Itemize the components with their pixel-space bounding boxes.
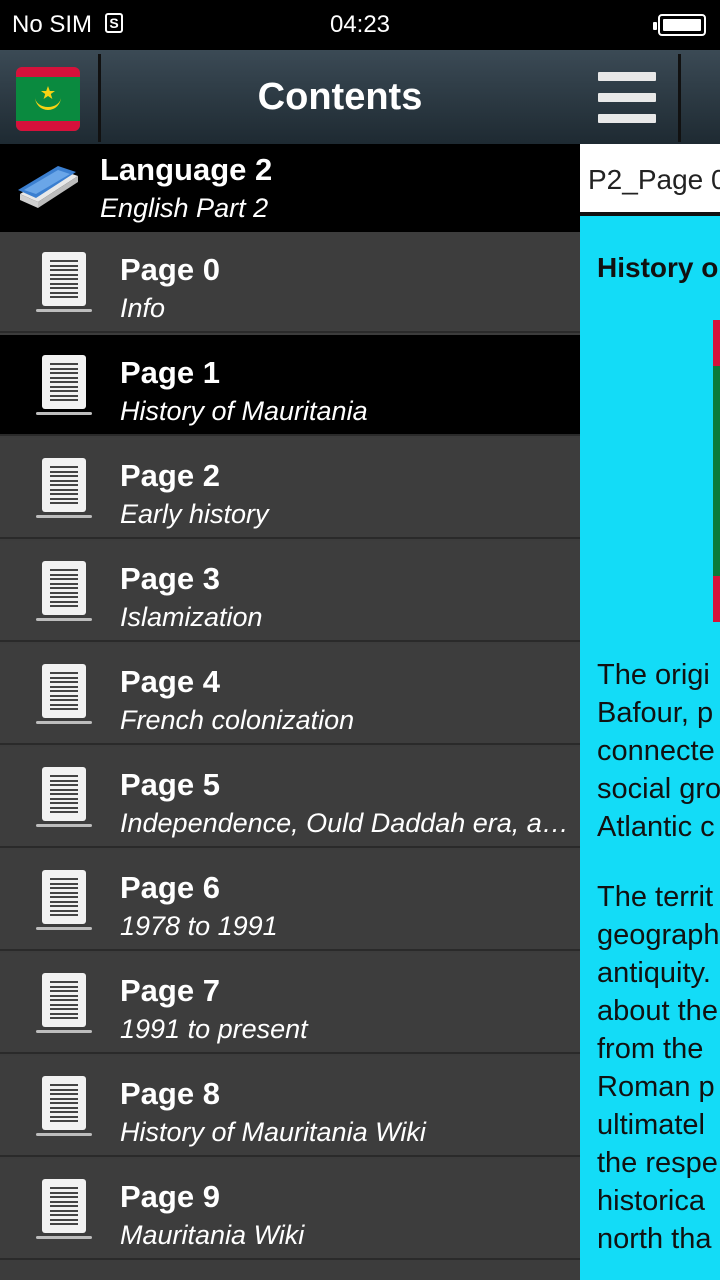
drawer-item-page-2[interactable]: Page 2 Early history — [0, 438, 580, 539]
drawer-item-subtitle: Mauritania Wiki — [120, 1220, 305, 1250]
article-heading: History o — [597, 252, 719, 283]
drawer-item-subtitle: Independence, Ould Daddah era, and… — [120, 808, 575, 838]
paragraph-line: Roman p — [597, 1071, 715, 1103]
section-header-language-2[interactable]: Language 2 English Part 2 — [0, 144, 580, 232]
drawer-item-title: Page 3 — [120, 561, 220, 596]
document-icon — [36, 561, 92, 621]
drawer-item-subtitle: Info — [120, 293, 166, 323]
section-subtitle: English Part 2 — [100, 193, 269, 223]
drawer-item-page-9[interactable]: Page 9 Mauritania Wiki — [0, 1159, 580, 1260]
paragraph-line: The origi — [597, 659, 710, 691]
article-paragraph-2: The territ geograph antiquity. about the… — [597, 878, 720, 1258]
paragraph-line: social gro — [597, 773, 720, 805]
mauritania-flag-icon[interactable] — [16, 67, 80, 131]
paragraph-line: Bafour, p — [597, 697, 714, 729]
drawer-item-title: Page 2 — [120, 458, 220, 493]
document-icon — [36, 355, 92, 415]
drawer-item-page-1[interactable]: Page 1 History of Mauritania — [0, 335, 580, 436]
section-title: Language 2 — [100, 152, 273, 187]
document-icon — [36, 870, 92, 930]
document-icon — [36, 973, 92, 1033]
paragraph-line: north tha — [597, 1223, 712, 1255]
drawer-item-title: Page 7 — [120, 973, 220, 1008]
drawer-item-subtitle: 1991 to present — [120, 1014, 308, 1044]
drawer-item-page-6[interactable]: Page 6 1978 to 1991 — [0, 850, 580, 951]
paragraph-line: The territ — [597, 881, 714, 913]
battery-icon — [653, 14, 706, 36]
paragraph-line: about the — [597, 995, 718, 1027]
document-icon — [36, 767, 92, 827]
drawer-item-subtitle: 1978 to 1991 — [120, 911, 278, 941]
drawer-item-subtitle: Islamization — [120, 602, 263, 632]
paragraph-line: connecte — [597, 735, 715, 767]
drawer-item-page-3[interactable]: Page 3 Islamization — [0, 541, 580, 642]
drawer-item-title: Page 1 — [120, 355, 220, 390]
status-bar: No SIM S 04:23 — [0, 0, 720, 50]
toolbar-divider — [678, 54, 681, 142]
flag-image — [713, 320, 720, 622]
document-icon — [36, 664, 92, 724]
page-label: P2_Page 0 — [588, 164, 720, 195]
menu-icon[interactable] — [598, 72, 656, 124]
paragraph-line: historica — [597, 1185, 705, 1217]
drawer-item-title: Page 9 — [120, 1179, 220, 1214]
clock: 04:23 — [329, 11, 391, 38]
drawer-item-page-0[interactable]: Page 0 Info — [0, 232, 580, 333]
drawer-title: Contents — [257, 76, 423, 118]
page-label-bar: P2_Page 0 — [580, 144, 720, 216]
page-content: P2_Page 0 History o The origi Bafour, p … — [580, 50, 720, 1280]
drawer-item-page-8[interactable]: Page 8 History of Mauritania Wiki — [0, 1056, 580, 1157]
drawer-header: Contents — [0, 50, 580, 144]
drawer-item-title: Page 6 — [120, 870, 220, 905]
article-paragraph-1: The origi Bafour, p connecte social gro … — [597, 656, 720, 846]
drawer-item-subtitle: History of Mauritania Wiki — [120, 1117, 426, 1147]
drawer-item-title: Page 8 — [120, 1076, 220, 1111]
paragraph-line: antiquity. — [597, 957, 711, 989]
document-icon — [36, 458, 92, 518]
drawer-item-page-7[interactable]: Page 7 1991 to present — [0, 953, 580, 1054]
paragraph-line: geograph — [597, 919, 720, 951]
app-toolbar — [580, 50, 720, 144]
document-icon — [36, 1076, 92, 1136]
drawer-item-page-5[interactable]: Page 5 Independence, Ould Daddah era, and… — [0, 747, 580, 848]
drawer-item-subtitle: French colonization — [120, 705, 355, 735]
document-icon — [36, 252, 92, 312]
navigation-drawer: Contents Language 2 English Part 2 Page … — [0, 50, 580, 1280]
book-icon — [18, 166, 78, 208]
drawer-item-subtitle: Early history — [120, 499, 269, 529]
paragraph-line: from the — [597, 1033, 704, 1065]
drawer-item-title: Page 0 — [120, 252, 220, 287]
drawer-item-title: Page 5 — [120, 767, 220, 802]
document-icon — [36, 1179, 92, 1239]
paragraph-line: Atlantic c — [597, 811, 715, 843]
paragraph-line: the respe — [597, 1147, 718, 1179]
drawer-item-page-4[interactable]: Page 4 French colonization — [0, 644, 580, 745]
drawer-item-subtitle: History of Mauritania — [120, 396, 368, 426]
paragraph-line: ultimatel — [597, 1109, 705, 1141]
drawer-item-title: Page 4 — [120, 664, 220, 699]
